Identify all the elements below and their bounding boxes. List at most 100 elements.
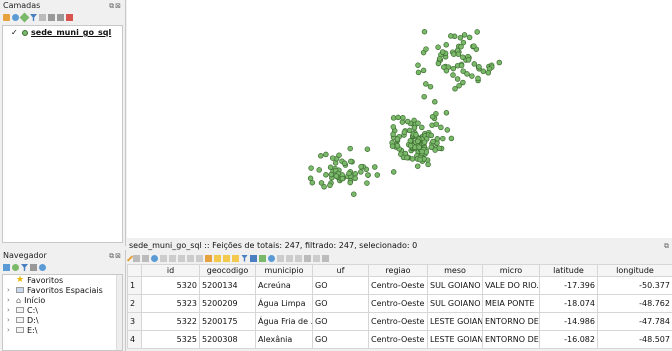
municipality-point[interactable] bbox=[427, 83, 434, 90]
chevron-right-icon[interactable]: › bbox=[7, 296, 13, 304]
municipality-point[interactable] bbox=[404, 154, 410, 161]
filter-expression-icon[interactable] bbox=[39, 14, 46, 21]
filter-icon[interactable] bbox=[30, 14, 37, 21]
municipality-point[interactable] bbox=[448, 33, 454, 39]
dock-icon[interactable] bbox=[313, 254, 320, 262]
municipality-point[interactable] bbox=[419, 124, 425, 131]
table-row[interactable]: 4 5325 5200308 Alexânia GO Centro-Oeste … bbox=[127, 330, 672, 349]
municipality-point[interactable] bbox=[415, 138, 421, 145]
municipality-point[interactable] bbox=[394, 136, 401, 142]
cell-geocodigo[interactable]: 5200134 bbox=[199, 276, 256, 295]
cell-municipio[interactable]: Água Limpa bbox=[255, 294, 313, 313]
table-row[interactable]: 2 5323 5200209 Água Limpa GO Centro-Oest… bbox=[127, 294, 672, 313]
select-all-icon[interactable] bbox=[214, 254, 221, 262]
municipality-point[interactable] bbox=[327, 164, 334, 171]
municipality-point[interactable] bbox=[456, 82, 462, 89]
browser-item-drive-c[interactable]: › C:\ bbox=[3, 305, 122, 315]
municipality-point[interactable] bbox=[439, 49, 446, 55]
municipality-point[interactable] bbox=[475, 75, 481, 82]
municipality-point[interactable] bbox=[395, 114, 401, 121]
add-group-icon[interactable] bbox=[12, 14, 19, 21]
municipality-point[interactable] bbox=[316, 167, 322, 173]
municipality-point[interactable] bbox=[457, 35, 464, 41]
municipality-point[interactable] bbox=[485, 70, 492, 76]
column-header[interactable]: regiao bbox=[368, 264, 428, 277]
multi-edit-icon[interactable] bbox=[133, 254, 140, 262]
municipality-point[interactable] bbox=[351, 191, 357, 197]
municipality-point[interactable] bbox=[423, 81, 429, 87]
deselect-icon[interactable] bbox=[232, 254, 239, 262]
column-header[interactable]: id bbox=[141, 264, 200, 277]
municipality-point[interactable] bbox=[307, 175, 314, 182]
browser-item-favoritos-espaciais[interactable]: › Favoritos Espaciais bbox=[3, 285, 122, 295]
municipality-point[interactable] bbox=[389, 143, 396, 149]
cell-longitude[interactable]: -47.784 bbox=[597, 312, 672, 331]
refresh-icon[interactable] bbox=[12, 264, 19, 271]
new-field-icon[interactable] bbox=[277, 254, 284, 262]
municipality-point[interactable] bbox=[443, 42, 449, 48]
cell-id[interactable]: 5320 bbox=[141, 276, 200, 295]
conditional-format-icon[interactable] bbox=[304, 254, 311, 262]
filter-icon[interactable] bbox=[241, 254, 248, 262]
municipality-point[interactable] bbox=[323, 172, 329, 178]
municipality-point[interactable] bbox=[406, 127, 413, 134]
row-number[interactable]: 2 bbox=[127, 294, 142, 313]
add-layer-icon[interactable] bbox=[3, 264, 10, 271]
chevron-right-icon[interactable]: › bbox=[7, 286, 13, 294]
municipality-point[interactable] bbox=[321, 184, 327, 190]
municipality-point[interactable] bbox=[471, 61, 478, 67]
zoom-to-selected-icon[interactable] bbox=[268, 254, 275, 262]
cell-latitude[interactable]: -14.986 bbox=[539, 312, 598, 331]
cell-micro[interactable]: ENTORNO DE... bbox=[482, 312, 540, 331]
municipality-point[interactable] bbox=[465, 57, 472, 63]
column-header[interactable]: meso bbox=[427, 264, 483, 277]
table-row[interactable]: 1 5320 5200134 Acreúna GO Centro-Oeste S… bbox=[127, 276, 672, 295]
pan-to-selected-icon[interactable] bbox=[259, 254, 266, 262]
municipality-point[interactable] bbox=[436, 55, 443, 62]
vertical-scrollbar[interactable] bbox=[116, 275, 122, 350]
layer-item[interactable]: ✓ sede_muni_go_sql bbox=[3, 26, 122, 39]
panel-dock-buttons[interactable]: ⧉⊠ bbox=[109, 0, 122, 12]
municipality-point[interactable] bbox=[421, 28, 428, 35]
municipality-point[interactable] bbox=[318, 153, 324, 159]
municipality-point[interactable] bbox=[364, 180, 370, 186]
municipality-point[interactable] bbox=[415, 62, 421, 68]
municipality-point[interactable] bbox=[409, 156, 416, 162]
municipality-point[interactable] bbox=[461, 32, 468, 38]
municipality-point[interactable] bbox=[474, 29, 480, 35]
chevron-right-icon[interactable]: › bbox=[7, 316, 13, 324]
row-number-header[interactable] bbox=[127, 264, 142, 277]
municipality-point[interactable] bbox=[329, 155, 336, 161]
municipality-point[interactable] bbox=[432, 99, 438, 105]
browser-item-drive-e[interactable]: › E:\ bbox=[3, 325, 122, 335]
cell-micro[interactable]: MEIA PONTE bbox=[482, 294, 540, 313]
municipality-point[interactable] bbox=[415, 69, 422, 76]
cell-uf[interactable]: GO bbox=[312, 312, 369, 331]
manage-visibility-icon[interactable] bbox=[19, 12, 30, 23]
attribute-table[interactable]: id geocodigo municipio uf regiao meso mi… bbox=[127, 264, 672, 349]
column-header[interactable]: latitude bbox=[539, 264, 598, 277]
municipality-point[interactable] bbox=[347, 179, 353, 186]
municipality-point[interactable] bbox=[435, 44, 441, 50]
select-expression-icon[interactable] bbox=[205, 254, 212, 262]
municipality-point[interactable] bbox=[365, 172, 371, 178]
municipality-point[interactable] bbox=[417, 156, 423, 163]
municipality-point[interactable] bbox=[390, 124, 397, 130]
cell-id[interactable]: 5323 bbox=[141, 294, 200, 313]
expand-all-icon[interactable] bbox=[48, 14, 55, 21]
map-points-layer[interactable] bbox=[127, 0, 672, 238]
table-row[interactable]: 3 5322 5200175 Água Fria de ... GO Centr… bbox=[127, 312, 672, 331]
chevron-right-icon[interactable]: › bbox=[7, 306, 13, 314]
municipality-point[interactable] bbox=[404, 118, 411, 125]
filter-icon[interactable] bbox=[21, 264, 28, 271]
column-header[interactable]: uf bbox=[312, 264, 369, 277]
remove-layer-icon[interactable] bbox=[66, 14, 73, 21]
browser-item-drive-d[interactable]: › D:\ bbox=[3, 315, 122, 325]
chevron-right-icon[interactable]: › bbox=[7, 326, 13, 334]
municipality-point[interactable] bbox=[358, 169, 364, 175]
municipality-point[interactable] bbox=[428, 132, 435, 139]
municipality-point[interactable] bbox=[394, 143, 401, 149]
municipality-point[interactable] bbox=[476, 64, 482, 70]
municipality-point[interactable] bbox=[450, 72, 456, 78]
municipality-point[interactable] bbox=[414, 163, 421, 169]
